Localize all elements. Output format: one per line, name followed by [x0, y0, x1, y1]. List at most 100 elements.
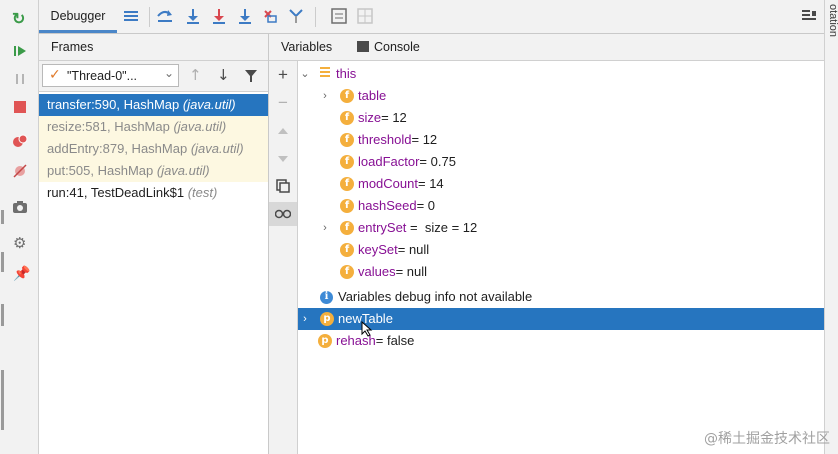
run-to-cursor-icon[interactable] [287, 6, 307, 26]
frame-method: transfer:590, HashMap [47, 97, 180, 112]
variable-value: = null [395, 264, 428, 279]
tab-frames[interactable]: Frames [51, 40, 93, 54]
chevron-right-icon[interactable]: › [318, 85, 332, 107]
chevron-down-icon: ⌄ [163, 66, 174, 80]
variable-name: size [358, 110, 382, 125]
tree-node-entryset[interactable]: › f entrySet = size = 12 [318, 217, 477, 239]
chevron-right-icon[interactable]: › [318, 217, 332, 239]
tab-debugger[interactable]: Debugger [39, 0, 117, 33]
object-icon [320, 63, 330, 85]
variable-name: values [358, 264, 396, 279]
parameter-icon: p [318, 334, 332, 348]
duplicate-icon[interactable] [269, 174, 297, 198]
frame-row[interactable]: transfer:590, HashMap (java.util) [39, 94, 268, 116]
variable-name: threshold [358, 132, 412, 147]
variable-name: rehash [336, 333, 376, 348]
tab-variables[interactable]: Variables [281, 40, 332, 54]
tool-window-side-labels [0, 200, 6, 454]
frame-method: addEntry:879, HashMap [47, 141, 188, 156]
tree-node-newtable[interactable]: › p newTable [298, 308, 824, 330]
next-frame-icon[interactable]: ↓ [217, 66, 230, 84]
camera-icon[interactable] [12, 200, 28, 217]
frame-row[interactable]: addEntry:879, HashMap (java.util) [39, 138, 268, 160]
field-icon: f [340, 199, 354, 213]
view-breakpoints-icon[interactable] [12, 134, 28, 151]
step-out-icon[interactable] [235, 6, 255, 26]
tree-node-size[interactable]: f size = 12 [340, 107, 407, 129]
previous-frame-icon[interactable]: ↑ [189, 66, 202, 84]
tree-node-hashseed[interactable]: f hashSeed = 0 [340, 195, 435, 217]
frames-tab-header: Frames [39, 34, 268, 61]
frame-method: run:41, TestDeadLink$1 [47, 185, 185, 200]
tree-node-table[interactable]: › f table [318, 85, 386, 107]
step-into-icon[interactable] [209, 6, 229, 26]
frame-package: (java.util) [156, 163, 210, 178]
settings-icon[interactable]: ⚙ [13, 234, 26, 252]
evaluate-expression-icon[interactable] [329, 6, 349, 26]
console-icon [357, 41, 369, 52]
frame-list: transfer:590, HashMap (java.util) resize… [39, 92, 268, 454]
variable-value: = null [397, 242, 430, 257]
new-watch-icon[interactable]: + [269, 63, 297, 87]
show-execution-point-icon[interactable] [155, 6, 175, 26]
mute-breakpoints-icon[interactable] [12, 164, 28, 181]
frame-package: (test) [187, 185, 218, 200]
tree-node-rehash[interactable]: p rehash = false [318, 330, 414, 352]
field-icon: f [340, 265, 354, 279]
chevron-down-icon[interactable]: ⌄ [298, 63, 312, 85]
resume-icon[interactable] [13, 44, 27, 61]
layout-menu-icon[interactable] [121, 6, 141, 26]
variable-name: loadFactor [358, 154, 420, 169]
field-icon: f [340, 111, 354, 125]
step-over-icon[interactable] [183, 6, 203, 26]
pin-icon[interactable]: 📌 [13, 266, 30, 282]
variable-name: table [358, 88, 387, 103]
tree-node-values[interactable]: f values = null [340, 261, 427, 283]
variable-value: = 12 [381, 110, 407, 125]
stop-icon[interactable] [14, 101, 26, 113]
drop-frame-icon[interactable] [261, 6, 281, 26]
tree-node-modcount[interactable]: f modCount = 14 [340, 173, 444, 195]
trace-current-stream-icon[interactable] [355, 6, 375, 26]
tree-node-keyset[interactable]: f keySet = null [340, 239, 429, 261]
variable-name: keySet [358, 242, 398, 257]
debugger-toolbar: Debugger [39, 0, 838, 34]
variables-tree: ⌄ this › f table f size = 12 f threshold… [298, 61, 824, 454]
rerun-icon[interactable]: ↻ [12, 9, 25, 29]
field-icon: f [340, 243, 354, 257]
move-down-icon[interactable] [269, 147, 297, 171]
variables-tab-header: Variables Console [269, 34, 824, 61]
right-strip-label[interactable]: otation [825, 4, 838, 37]
variable-value: = 0 [416, 198, 435, 213]
variable-value: = 14 [417, 176, 444, 191]
filter-icon[interactable] [244, 69, 258, 86]
chevron-right-icon[interactable]: › [298, 308, 312, 330]
variable-value: = 0.75 [419, 154, 456, 169]
show-watches-icon[interactable] [269, 202, 297, 226]
check-icon: ✓ [49, 67, 61, 83]
field-icon: f [340, 89, 354, 103]
restore-layout-icon[interactable] [799, 6, 819, 26]
field-icon: f [340, 221, 354, 235]
right-tool-strip: otation [824, 0, 838, 454]
tree-node-loadfactor[interactable]: f loadFactor = 0.75 [340, 151, 456, 173]
info-message: i Variables debug info not available [320, 286, 532, 308]
variable-value: = false [375, 333, 415, 348]
move-up-icon[interactable] [269, 119, 297, 143]
frame-row[interactable]: resize:581, HashMap (java.util) [39, 116, 268, 138]
frame-package: (java.util) [190, 141, 244, 156]
field-icon: f [340, 133, 354, 147]
variables-panel: Variables Console + − ⌄ this › f table f… [269, 34, 824, 454]
final-field-icon: f [340, 155, 354, 169]
frame-row[interactable]: run:41, TestDeadLink$1 (test) [39, 182, 268, 204]
remove-watch-icon[interactable]: − [269, 91, 297, 115]
tab-console[interactable]: Console [374, 40, 420, 54]
variables-side-toolbar: + − [269, 61, 298, 454]
variable-value: = 12 [411, 132, 438, 147]
tree-node-this[interactable]: ⌄ this [298, 63, 356, 85]
pause-icon[interactable] [13, 72, 27, 89]
frame-row[interactable]: put:505, HashMap (java.util) [39, 160, 268, 182]
watermark: @稀土掘金技术社区 [704, 431, 830, 447]
thread-selector[interactable]: ✓ "Thread-0"... ⌄ [42, 64, 179, 87]
tree-node-threshold[interactable]: f threshold = 12 [340, 129, 437, 151]
